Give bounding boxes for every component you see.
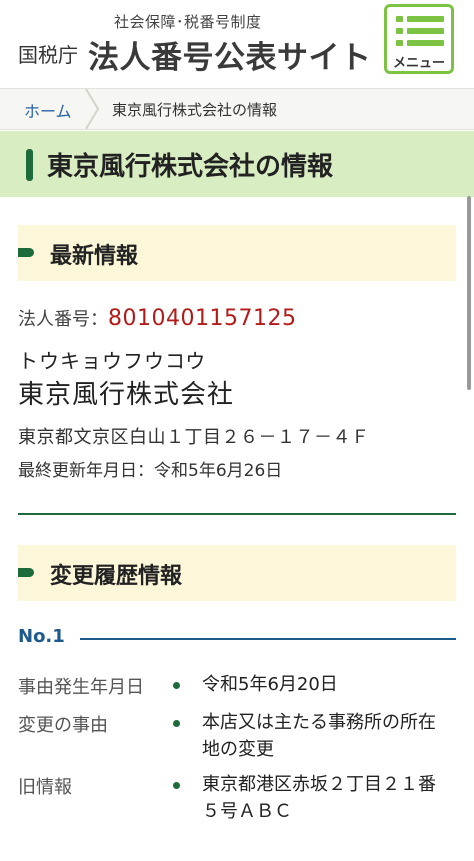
old-info-line: 東京都港区赤坂２丁目２１番	[202, 774, 436, 795]
breadcrumb-current: 東京風行株式会社の情報	[112, 101, 278, 119]
event-date-label: 事由発生年月日	[18, 677, 144, 698]
corporate-number-row: 法人番号：8010401157125	[18, 305, 296, 331]
event-date-value: 令和5年6月20日	[202, 674, 338, 695]
change-reason-label: 変更の事由	[18, 715, 108, 736]
bullet-dot-icon	[173, 720, 180, 727]
change-reason-line: 地の変更	[202, 739, 274, 760]
change-reason-line: 本店又は主たる事務所の所在	[202, 712, 436, 733]
agency-name: 国税庁	[18, 43, 78, 67]
site-name-link[interactable]: 法人番号公表サイト	[88, 32, 372, 77]
scrollbar[interactable]	[467, 196, 471, 390]
site-header: 社会保障･税番号制度 国税庁 法人番号公表サイト メニュー	[0, 0, 474, 88]
history-title: 変更履歴情報	[50, 564, 183, 589]
breadcrumb-home-link[interactable]: ホーム	[24, 98, 72, 122]
corporate-number: 8010401157125	[108, 306, 297, 331]
breadcrumb: ホーム 東京風行株式会社の情報	[0, 88, 474, 130]
section-divider	[18, 513, 456, 515]
bullet-dot-icon	[173, 682, 180, 689]
corporate-number-label: 法人番号：	[18, 309, 108, 330]
page-title-bar: 東京風行株式会社の情報	[0, 131, 474, 197]
bullet-dot-icon	[173, 782, 180, 789]
latest-info-heading: 最新情報	[18, 225, 456, 281]
corporate-name: 東京風行株式会社	[18, 380, 235, 410]
old-info-line: ５号ＡＢＣ	[202, 801, 292, 822]
history-heading: 変更履歴情報	[18, 545, 456, 601]
menu-button-label: メニュー	[392, 56, 445, 71]
old-info-value: 東京都港区赤坂２丁目２１番 ５号ＡＢＣ	[202, 771, 462, 825]
corporate-name-kana: トウキョウフウコウ	[18, 349, 207, 373]
chevron-right-icon	[85, 89, 100, 129]
history-entry-number-row: No.1	[18, 624, 456, 654]
last-updated: 最終更新年月日：令和5年6月26日	[18, 461, 283, 481]
history-entry-number: No.1	[18, 626, 65, 647]
history-entry-rule	[80, 638, 456, 640]
menu-button[interactable]: メニュー	[384, 4, 454, 74]
heading-marker	[18, 248, 34, 257]
change-reason-value: 本店又は主たる事務所の所在 地の変更	[202, 709, 462, 763]
latest-info-title: 最新情報	[50, 244, 139, 269]
corporate-address: 東京都文京区白山１丁目２６－１７－４Ｆ	[18, 427, 370, 448]
page: 社会保障･税番号制度 国税庁 法人番号公表サイト メニュー ホーム 東京風行株式…	[0, 0, 474, 861]
site-subtitle: 社会保障･税番号制度	[114, 13, 262, 31]
old-info-label: 旧情報	[18, 777, 72, 798]
hamburger-list-icon	[396, 16, 444, 46]
title-accent	[26, 149, 33, 181]
page-title: 東京風行株式会社の情報	[47, 152, 334, 182]
heading-marker	[18, 568, 34, 577]
